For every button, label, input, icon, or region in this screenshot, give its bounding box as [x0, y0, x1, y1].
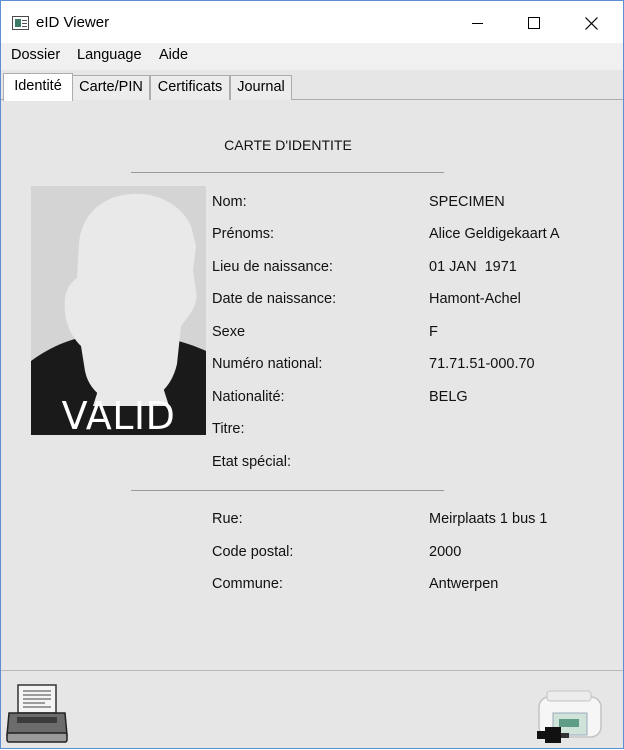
app-window: eID Viewer Dossier Language Aide Identit… — [0, 0, 624, 749]
tab-certificats[interactable]: Certificats — [150, 75, 230, 100]
value-nationalite: BELG — [429, 389, 468, 405]
identity-panel: CARTE D'IDENTITE VALID Nom: SPECIMEN Pré… — [1, 100, 623, 670]
value-date-naissance: Hamont-Achel — [429, 291, 521, 307]
label-commune: Commune: — [212, 576, 283, 592]
label-titre: Titre: — [212, 421, 245, 437]
label-numero-national: Numéro national: — [212, 356, 323, 372]
label-lieu-naissance: Lieu de naissance: — [212, 259, 333, 275]
menu-dossier[interactable]: Dossier — [11, 47, 60, 63]
value-commune: Antwerpen — [429, 576, 499, 592]
value-lieu-naissance: 01 JAN 1971 — [429, 259, 517, 275]
menu-bar: Dossier Language Aide — [1, 43, 623, 70]
label-etat-special: Etat spécial: — [212, 454, 291, 470]
label-sexe: Sexe — [212, 324, 246, 340]
tab-carte-pin[interactable]: Carte/PIN — [72, 75, 150, 100]
divider-top — [131, 172, 444, 173]
tab-journal[interactable]: Journal — [230, 75, 292, 100]
close-button[interactable] — [562, 1, 620, 43]
maximize-button[interactable] — [505, 1, 563, 43]
bottom-bar — [1, 670, 623, 748]
value-nom: SPECIMEN — [429, 194, 505, 210]
label-code-postal: Code postal: — [212, 544, 294, 560]
value-prenoms: Alice Geldigekaart A — [429, 226, 560, 242]
label-date-naissance: Date de naissance: — [212, 291, 337, 307]
menu-language[interactable]: Language — [77, 47, 142, 63]
label-prenoms: Prénoms: — [212, 226, 275, 242]
tab-bar: Identité Carte/PIN Certificats Journal — [1, 70, 623, 101]
close-icon — [585, 17, 598, 30]
value-code-postal: 2000 — [429, 544, 462, 560]
window-title: eID Viewer — [36, 14, 110, 31]
id-photo: VALID — [31, 186, 206, 435]
label-nationalite: Nationalité: — [212, 389, 285, 405]
divider-address — [131, 490, 444, 491]
tab-identite[interactable]: Identité — [3, 73, 73, 101]
valid-watermark: VALID — [61, 394, 176, 435]
card-reader-icon — [537, 690, 602, 743]
card-reader-status — [533, 689, 605, 747]
printer-icon — [6, 684, 68, 743]
label-nom: Nom: — [212, 194, 247, 210]
menu-aide[interactable]: Aide — [159, 47, 188, 63]
title-bar: eID Viewer — [1, 1, 623, 43]
value-rue: Meirplaats 1 bus 1 — [429, 511, 548, 527]
label-rue: Rue: — [212, 511, 243, 527]
value-numero-national: 71.71.51-000.70 — [429, 356, 535, 372]
value-sexe: F — [429, 324, 438, 340]
minimize-icon — [472, 23, 483, 24]
app-icon — [12, 16, 29, 30]
section-title: CARTE D'IDENTITE — [224, 137, 352, 153]
minimize-button[interactable] — [449, 1, 507, 43]
print-button[interactable] — [5, 683, 69, 745]
maximize-icon — [528, 17, 540, 29]
